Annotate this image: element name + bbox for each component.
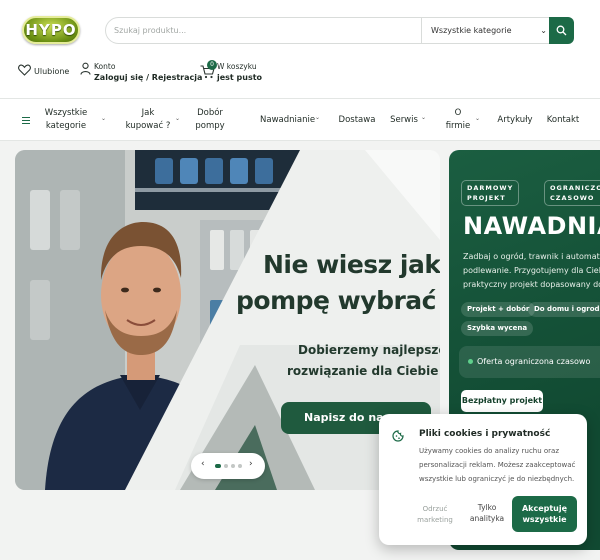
chip-line: CZASOWO [550,194,595,202]
nav-how-to-buy-line2: kupować ? [125,121,171,131]
user-icon [80,62,91,75]
carousel-prev-button[interactable]: ‹ [201,459,205,469]
logo[interactable]: HYPO [22,16,80,44]
chip-line: PROJEKT [467,194,506,202]
accept-all-button[interactable]: Akceptuję wszystkie [512,496,577,532]
hero-photo [15,150,440,490]
free-project-button[interactable]: Bezpłatny projekt [461,390,543,412]
status-dot-icon [468,359,473,364]
nav-how-to-buy-line1: Jak [141,108,155,118]
login-register-link[interactable]: Zaloguj się / Rejestracja [94,73,202,82]
nav-all-categories[interactable]: Wszystkie kategorie [40,107,92,133]
hero-title-line1: Nie wiesz jaką [263,250,440,279]
reject-marketing-line2: marketing [417,516,453,524]
carousel-dot[interactable] [215,464,221,468]
promo-title: NAWADNIA [463,212,600,240]
carousel-pager: ‹ › [191,453,265,479]
chevron-down-icon: ⌄ [175,115,181,122]
heart-icon [18,64,31,76]
chevron-down-icon: ⌄ [101,115,107,122]
cart-status: jest pusto [217,73,263,82]
cart-count-badge: 0 [207,60,217,70]
cookie-title: Pliki cookies i prywatność [419,429,551,439]
chevron-down-icon: ⌄ [475,115,481,122]
promo-description: Zadbaj o ogród, trawnik i automatyc podl… [463,250,600,292]
carousel-dot[interactable] [231,464,235,468]
nav-about[interactable]: O firmie [443,107,473,133]
nav-irrigation-label: Nawadnianie [260,115,316,125]
promo-tag: Do domu i ogrodu [528,302,600,317]
reject-marketing-line1: Odrzuć [422,505,448,513]
promo-offer-box: Oferta ograniczona czasowo [459,346,600,378]
search-bar: Wszystkie kategorie ⌄ [105,17,550,44]
cookie-body: Używamy cookies do analizy ruchu oraz pe… [419,444,584,486]
category-select[interactable]: Wszystkie kategorie ⌄ [421,18,551,43]
chevron-down-icon: ⌄ [540,26,547,35]
hero-subtitle-line2: rozwiązanie dla Ciebie ! [287,364,440,378]
cookie-body-line: personalizacji reklam. Możesz zaakceptow… [419,461,576,469]
cart-label: W koszyku [217,62,257,71]
hero-title-line2: pompę wybrać ? [236,286,440,315]
search-input[interactable] [114,18,414,43]
limited-time-chip: OGRANICZON CZASOWO [544,180,600,206]
analytics-only-button[interactable]: Tylko analityka [465,502,509,524]
nav-articles[interactable]: Artykuły [496,114,534,127]
nav-pump-choice-line1: Dobór [197,108,223,118]
analytics-only-line2: analityka [469,514,505,523]
hero-banner: Nie wiesz jaką pompę wybrać ? Dobierzemy… [15,150,440,490]
nav-pump-choice-line2: pompy [195,121,225,131]
favorites-label: Ulubione [34,67,70,76]
chevron-down-icon: ⌄ [421,114,427,121]
cookie-icon [392,430,404,442]
chip-line: DARMOWY [467,184,514,192]
promo-description-line: podlewanie. Przygotujemy dla Ciebie [463,266,600,275]
account-label: Konto [94,62,116,71]
promo-tag: Szybka wycena [461,321,534,336]
promo-offer-text: Oferta ograniczona czasowo [477,357,591,366]
menu-icon[interactable] [22,117,30,126]
search-button[interactable] [549,17,574,44]
cookie-body-line: wszystkie lub ograniczyć je do niezbędny… [419,475,575,483]
hero-subtitle-line1: Dobierzemy najlepsze [298,343,440,357]
nav-service[interactable]: Serwis [389,114,419,127]
nav-all-categories-line1: Wszystkie [44,108,88,118]
accept-all-line1: Akceptuję [521,504,568,513]
accept-all-line2: wszystkie [522,515,567,524]
nav-delivery[interactable]: Dostawa [338,114,376,127]
nav-articles-label: Artykuły [497,115,533,125]
nav-pump-choice[interactable]: Dobór pompy [193,107,227,133]
cookie-consent-dialog: Pliki cookies i prywatność Używamy cooki… [379,414,587,545]
carousel-dot[interactable] [238,464,242,468]
free-project-chip: DARMOWY PROJEKT [461,180,520,206]
nav-irrigation[interactable]: Nawadnianie [260,114,316,127]
nav-about-line1: O [454,108,462,118]
nav-delivery-label: Dostawa [338,115,376,125]
nav-all-categories-line2: kategorie [45,121,87,131]
search-icon [556,25,567,36]
chip-line: OGRANICZON [550,184,600,192]
main-nav: Wszystkie kategorie ⌄ Jak kupować ? ⌄ Do… [0,98,600,141]
promo-tag: Projekt + dobór [461,302,536,317]
promo-description-line: Zadbaj o ogród, trawnik i automatyc [463,252,600,261]
carousel-next-button[interactable]: › [249,459,253,469]
nav-service-label: Serwis [390,115,418,125]
analytics-only-line1: Tylko [477,503,497,512]
nav-contact[interactable]: Kontakt [546,114,580,127]
carousel-dot[interactable] [224,464,228,468]
chevron-down-icon: ⌄ [315,114,321,121]
cookie-body-line: Używamy cookies do analizy ruchu oraz [419,447,560,455]
header: HYPO Wszystkie kategorie ⌄ Ulubione Kont… [0,0,600,98]
reject-marketing-button[interactable]: Odrzuć marketing [417,504,453,526]
nav-contact-label: Kontakt [546,115,580,125]
nav-how-to-buy[interactable]: Jak kupować ? [124,107,172,133]
category-select-label: Wszystkie kategorie [431,26,512,35]
nav-about-line2: firmie [445,121,471,131]
promo-description-line: praktyczny projekt dopasowany do p [463,280,600,289]
